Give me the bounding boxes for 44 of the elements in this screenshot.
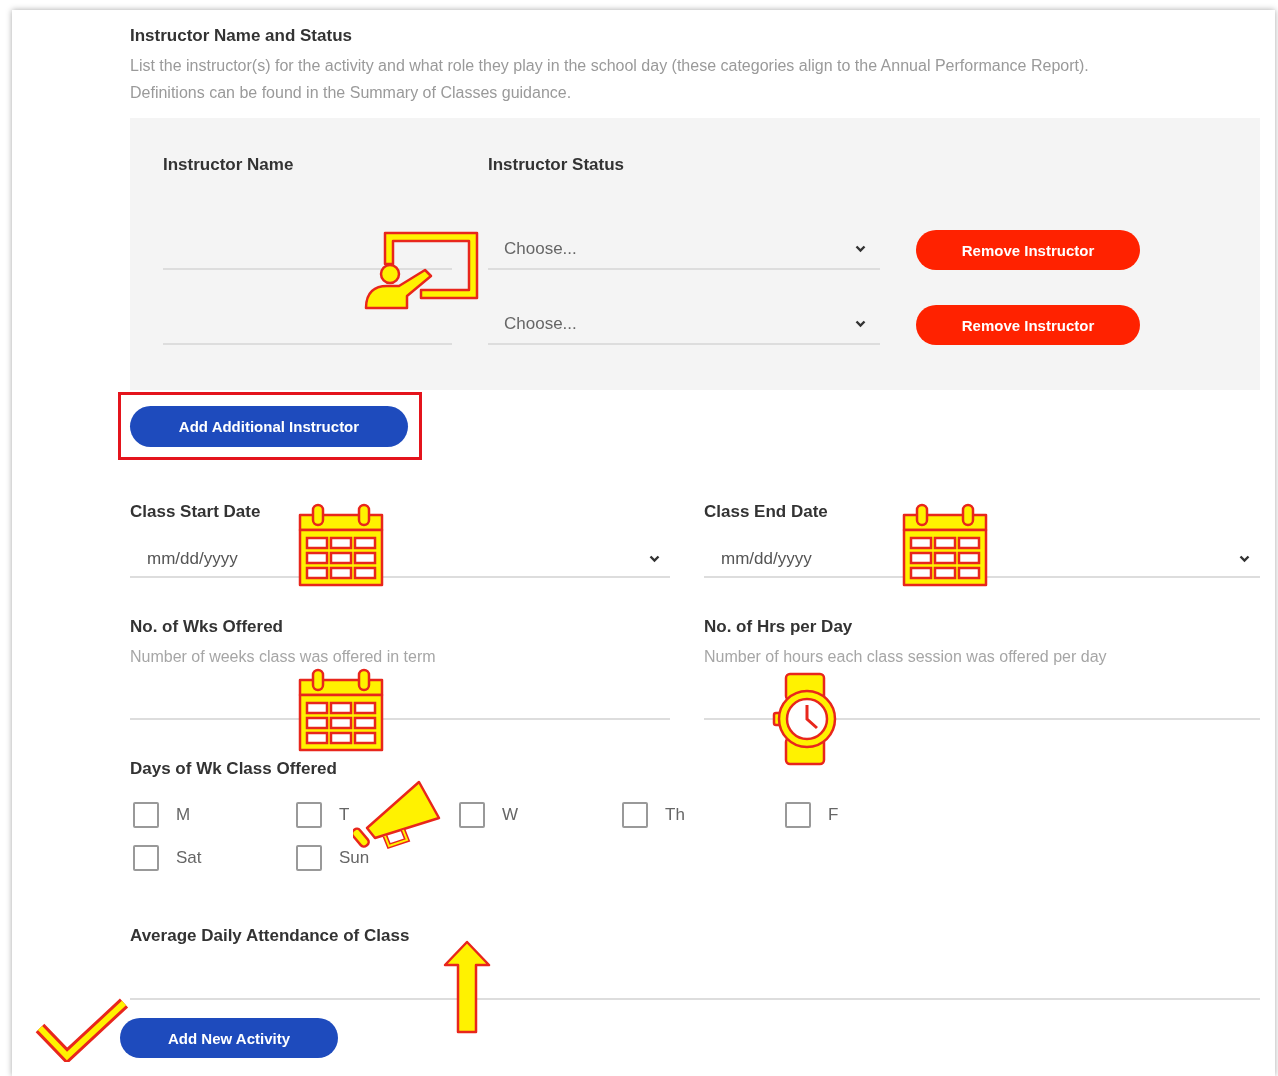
check-mark-icon <box>35 998 129 1062</box>
checkbox-label: Th <box>665 805 685 825</box>
checkbox[interactable] <box>296 802 322 828</box>
field-label: Class Start Date <box>130 501 262 523</box>
checkbox-label: M <box>176 805 191 825</box>
megaphone-icon <box>353 778 443 850</box>
field-label: Average Daily Attendance of Class <box>130 925 411 947</box>
status-dropdown[interactable]: Choose... <box>488 305 880 345</box>
chevron-down-icon <box>649 555 660 563</box>
help-text: Number of hours each class session was offered per day <box>704 647 1108 667</box>
calendar-icon <box>298 668 384 752</box>
chevron-down-icon <box>1239 555 1250 563</box>
checkbox-label: T <box>339 805 350 825</box>
checkbox-label: Sat <box>176 848 202 868</box>
field-label: No. of Hrs per Day <box>704 616 854 638</box>
add-instructor-button[interactable]: Add Additional Instructor <box>130 406 408 447</box>
column-header: Instructor Name <box>163 154 295 176</box>
field-label: Class End Date <box>704 501 829 523</box>
chevron-down-icon <box>855 245 866 253</box>
remove-instructor-button[interactable]: Remove Instructor <box>916 230 1140 270</box>
checkbox-label: F <box>828 805 839 825</box>
checkbox[interactable] <box>133 845 159 871</box>
remove-instructor-button[interactable]: Remove Instructor <box>916 305 1140 345</box>
calendar-icon <box>298 503 384 587</box>
wristwatch-icon <box>772 672 838 766</box>
section-title: Instructor Name and Status <box>130 25 353 47</box>
up-arrow-icon <box>443 940 491 1034</box>
section-description: List the instructor(s) for the activity and what role they play in the school day (these categories align to the Annual Performance Report). Definitions can be found in the Summary of Classes guidance. <box>130 56 1090 103</box>
checkbox[interactable] <box>296 845 322 871</box>
checkbox-label: Sun <box>339 848 370 868</box>
checkbox[interactable] <box>459 802 485 828</box>
calendar-icon <box>902 503 988 587</box>
help-text: Number of weeks class was offered in term <box>130 647 437 667</box>
status-dropdown[interactable]: Choose... <box>488 230 880 270</box>
checkbox[interactable] <box>133 802 159 828</box>
person-at-board-icon <box>363 230 480 310</box>
add-activity-button[interactable]: Add New Activity <box>120 1018 338 1058</box>
checkbox[interactable] <box>785 802 811 828</box>
column-header: Instructor Status <box>488 154 626 176</box>
chevron-down-icon <box>855 320 866 328</box>
checkbox-label: W <box>502 805 519 825</box>
checkbox[interactable] <box>622 802 648 828</box>
field-label: No. of Wks Offered <box>130 616 284 638</box>
field-label: Days of Wk Class Offered <box>130 758 338 780</box>
